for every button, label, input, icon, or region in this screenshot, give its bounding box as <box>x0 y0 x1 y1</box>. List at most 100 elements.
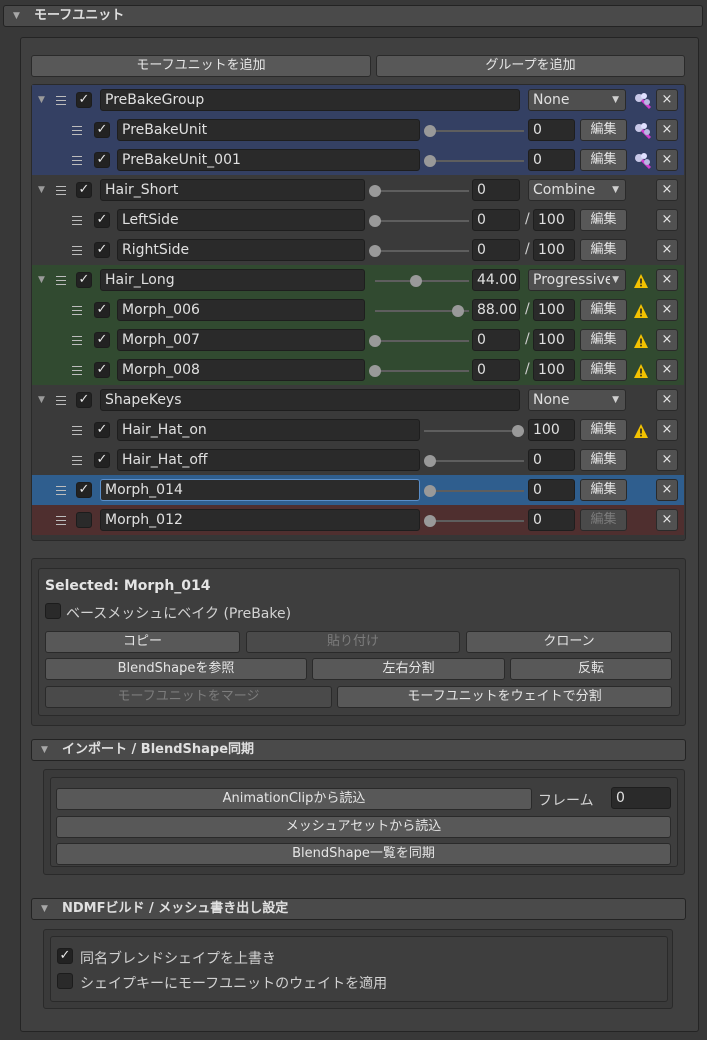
weight-value-field[interactable]: 0 <box>528 509 575 531</box>
enable-checkbox[interactable]: ✓ <box>94 362 110 378</box>
unit-name-field[interactable]: Morph_008 <box>117 359 365 381</box>
enable-checkbox[interactable]: ✓ <box>76 482 92 498</box>
edit-button[interactable]: 編集 <box>580 449 627 471</box>
drag-handle-icon[interactable] <box>56 186 66 195</box>
weight-slider[interactable] <box>369 184 469 198</box>
unit-name-field[interactable]: LeftSide <box>117 209 365 231</box>
drag-handle-icon[interactable] <box>72 216 82 225</box>
expand-triangle-icon[interactable]: ▼ <box>38 95 48 105</box>
group-mode-dropdown[interactable]: None ▼ <box>528 389 626 411</box>
add-group-button[interactable]: グループを追加 <box>376 55 685 77</box>
weight-slider[interactable] <box>375 304 469 318</box>
delete-button[interactable]: × <box>656 209 678 231</box>
import-section-header[interactable]: ▼ インポート / BlendShape同期 <box>31 739 686 761</box>
group-mode-dropdown[interactable]: Combine ▼ <box>528 179 626 201</box>
delete-button[interactable]: × <box>656 359 678 381</box>
unit-name-field[interactable]: Morph_007 <box>117 329 365 351</box>
delete-button[interactable]: × <box>656 179 678 201</box>
enable-checkbox[interactable]: ✓ <box>94 302 110 318</box>
apply-weight-checkbox[interactable] <box>57 973 73 989</box>
expand-triangle-icon[interactable]: ▼ <box>38 395 48 405</box>
unit-name-field[interactable]: ShapeKeys <box>100 389 520 411</box>
drag-handle-icon[interactable] <box>56 396 66 405</box>
ref-blendshape-button[interactable]: BlendShapeを参照 <box>45 658 307 680</box>
weight-value-field[interactable]: 0 <box>528 449 575 471</box>
weight-slider[interactable] <box>424 514 524 528</box>
weight-value-field[interactable]: 0 <box>472 179 520 201</box>
unit-name-field[interactable]: Hair_Hat_off <box>117 449 420 471</box>
enable-checkbox[interactable]: ✓ <box>94 152 110 168</box>
enable-checkbox[interactable]: ✓ <box>76 92 92 108</box>
edit-button[interactable]: 編集 <box>580 119 627 141</box>
enable-checkbox[interactable]: ✓ <box>94 332 110 348</box>
load-from-meshset-button[interactable]: メッシュアセットから読込 <box>56 816 671 838</box>
split-lr-button[interactable]: 左右分割 <box>312 658 505 680</box>
unit-name-field[interactable]: RightSide <box>117 239 365 261</box>
weight-slider[interactable] <box>369 244 469 258</box>
unit-name-field[interactable]: Morph_012 <box>100 509 420 531</box>
unit-name-field[interactable]: Hair_Short <box>100 179 365 201</box>
edit-button[interactable]: 編集 <box>580 149 627 171</box>
edit-button[interactable]: 編集 <box>580 239 627 261</box>
drag-handle-icon[interactable] <box>72 126 82 135</box>
delete-button[interactable]: × <box>656 329 678 351</box>
drag-handle-icon[interactable] <box>72 456 82 465</box>
max-value-field[interactable]: 100 <box>533 359 575 381</box>
enable-checkbox[interactable]: ✓ <box>94 242 110 258</box>
max-value-field[interactable]: 100 <box>533 299 575 321</box>
drag-handle-icon[interactable] <box>56 96 66 105</box>
enable-checkbox[interactable]: ✓ <box>94 122 110 138</box>
weight-value-field[interactable]: 0 <box>472 329 520 351</box>
morph-unit-section-header[interactable]: ▼ モーフユニット <box>3 5 703 27</box>
flip-button[interactable]: 反転 <box>510 658 672 680</box>
weight-value-field[interactable]: 0 <box>472 239 520 261</box>
edit-button[interactable]: 編集 <box>580 359 627 381</box>
delete-button[interactable]: × <box>656 239 678 261</box>
enable-checkbox[interactable]: ✓ <box>94 212 110 228</box>
weight-value-field[interactable]: 100 <box>528 419 575 441</box>
weight-slider[interactable] <box>369 214 469 228</box>
delete-button[interactable]: × <box>656 149 678 171</box>
delete-button[interactable]: × <box>656 389 678 411</box>
expand-triangle-icon[interactable]: ▼ <box>38 185 48 195</box>
overwrite-checkbox[interactable]: ✓ <box>57 948 73 964</box>
edit-button[interactable]: 編集 <box>580 479 627 501</box>
delete-button[interactable]: × <box>656 269 678 291</box>
expand-triangle-icon[interactable]: ▼ <box>38 275 48 285</box>
drag-handle-icon[interactable] <box>72 366 82 375</box>
weight-value-field[interactable]: 88.00 <box>472 299 520 321</box>
drag-handle-icon[interactable] <box>56 486 66 495</box>
edit-button[interactable]: 編集 <box>580 209 627 231</box>
edit-button[interactable]: 編集 <box>580 329 627 351</box>
ndmf-section-header[interactable]: ▼ NDMFビルド / メッシュ書き出し設定 <box>31 898 686 920</box>
weight-value-field[interactable]: 0 <box>472 359 520 381</box>
unit-name-field[interactable]: PreBakeUnit_001 <box>117 149 420 171</box>
delete-button[interactable]: × <box>656 449 678 471</box>
weight-slider[interactable] <box>424 484 524 498</box>
unit-name-field[interactable]: Hair_Long <box>100 269 365 291</box>
weight-slider[interactable] <box>424 124 524 138</box>
delete-button[interactable]: × <box>656 119 678 141</box>
unit-name-field[interactable]: Hair_Hat_on <box>117 419 420 441</box>
frame-field[interactable]: 0 <box>611 787 671 809</box>
add-morph-unit-button[interactable]: モーフユニットを追加 <box>31 55 371 77</box>
pin-icon[interactable] <box>632 152 654 170</box>
enable-checkbox[interactable]: ✓ <box>76 182 92 198</box>
max-value-field[interactable]: 100 <box>533 239 575 261</box>
weight-value-field[interactable]: 0 <box>528 149 575 171</box>
max-value-field[interactable]: 100 <box>533 209 575 231</box>
drag-handle-icon[interactable] <box>72 246 82 255</box>
drag-handle-icon[interactable] <box>56 516 66 525</box>
load-from-clip-button[interactable]: AnimationClipから読込 <box>56 788 532 810</box>
weight-slider[interactable] <box>369 364 469 378</box>
unit-name-field[interactable]: PreBakeGroup <box>100 89 520 111</box>
drag-handle-icon[interactable] <box>56 276 66 285</box>
drag-handle-icon[interactable] <box>72 156 82 165</box>
drag-handle-icon[interactable] <box>72 306 82 315</box>
unit-name-field[interactable]: PreBakeUnit <box>117 119 420 141</box>
delete-button[interactable]: × <box>656 509 678 531</box>
weight-value-field[interactable]: 0 <box>528 119 575 141</box>
weight-value-field[interactable]: 0 <box>472 209 520 231</box>
unit-name-field[interactable]: Morph_006 <box>117 299 365 321</box>
delete-button[interactable]: × <box>656 89 678 111</box>
